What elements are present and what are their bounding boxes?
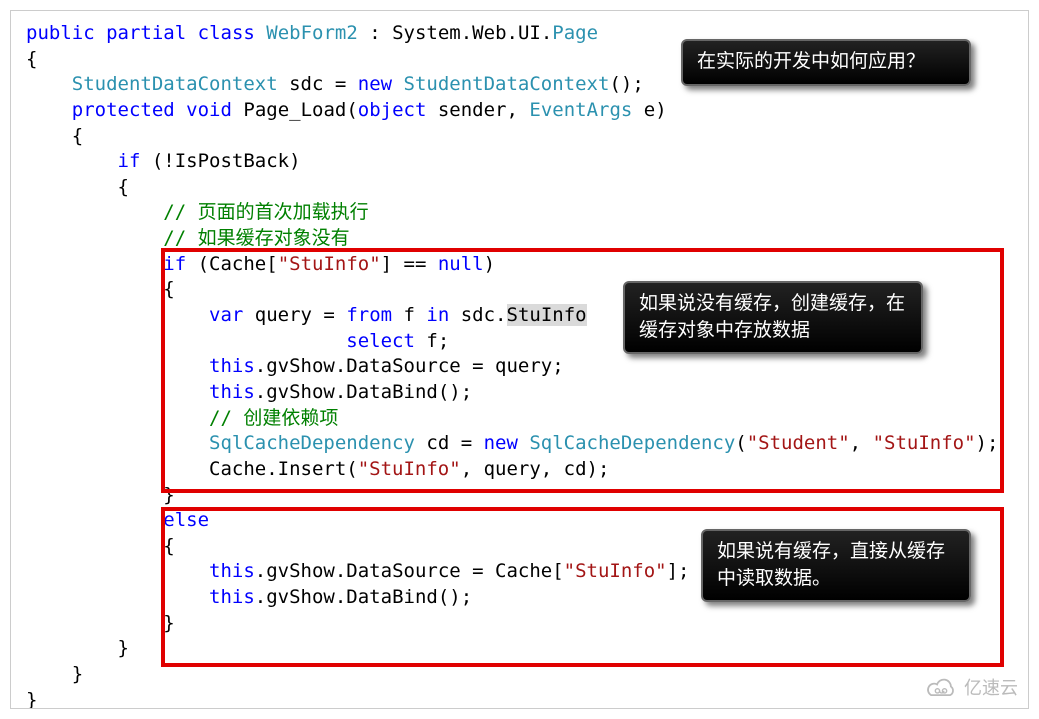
code-block: public partial class WebForm2 : System.W… <box>26 21 1013 709</box>
callout-else-branch: 如果说有缓存，直接从缓存中读取数据。 <box>701 529 971 602</box>
code-screenshot-container: public partial class WebForm2 : System.W… <box>10 10 1029 709</box>
callout-if-branch: 如果说没有缓存，创建缓存，在缓存对象中存放数据 <box>623 281 923 354</box>
callout-question: 在实际的开发中如何应用？ <box>681 39 971 86</box>
